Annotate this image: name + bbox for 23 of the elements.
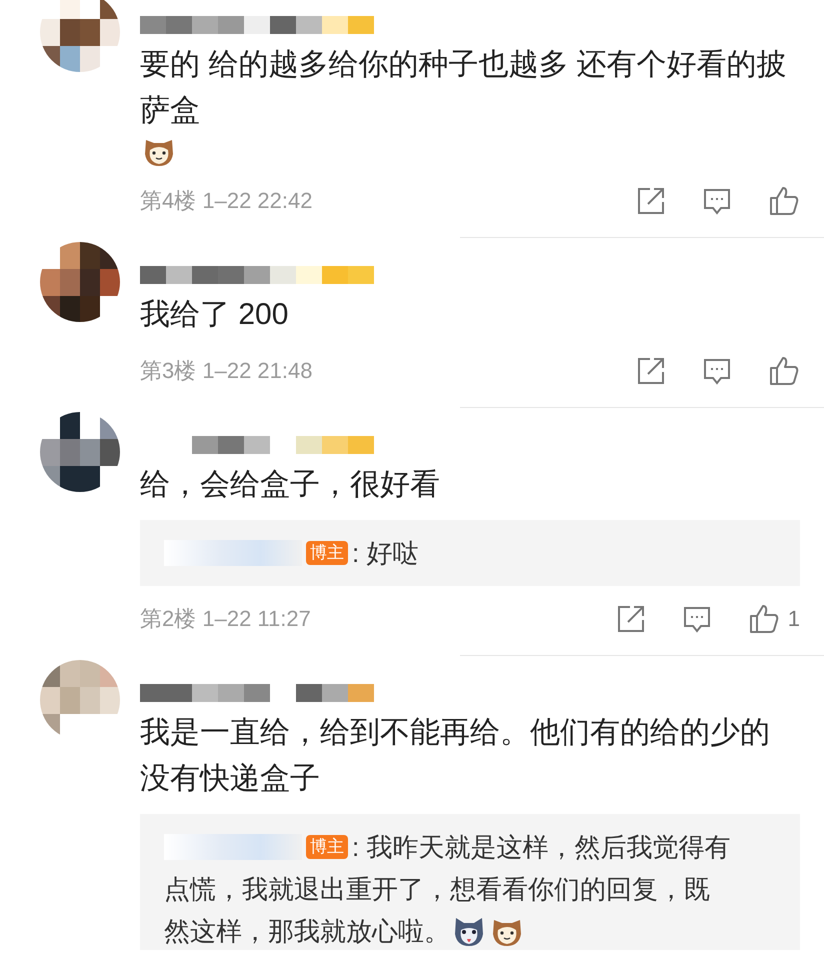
reply-text: : 好哒 <box>352 537 418 570</box>
share-icon[interactable] <box>636 186 666 216</box>
avatar[interactable] <box>40 242 120 322</box>
thumbs-up-icon[interactable] <box>748 602 780 634</box>
comment-text: 我是一直给，给到不能再给。他们有的给的少的没有快递盒子 <box>140 715 771 797</box>
comment-text: 给，会给盒子，很好看 <box>140 467 440 503</box>
floor-and-time: 第3楼 1–22 21:48 <box>140 357 312 385</box>
share-icon[interactable] <box>636 356 666 386</box>
avatar[interactable] <box>40 412 120 492</box>
reply-text: 点慌，我就退出重开了，想看看你们的回复，既 <box>164 873 710 906</box>
comment-text: 我给了 200 <box>140 297 288 333</box>
like-count: 1 <box>788 605 800 633</box>
author-badge: 博主 <box>306 835 348 859</box>
thumbs-up-icon[interactable] <box>768 184 800 216</box>
avatar[interactable] <box>40 0 120 72</box>
reply-text: : 我昨天就是这样，然后我觉得有 <box>352 831 730 864</box>
floor-and-time: 第2楼 1–22 11:27 <box>140 605 311 633</box>
thumbs-up-icon[interactable] <box>768 354 800 386</box>
reply-text: 然这样，那我就放心啦。 <box>164 915 450 948</box>
author-badge: 博主 <box>306 541 348 565</box>
comment-text: 要的 给的越多给你的种子也越多 还有个好看的披萨盒 <box>140 47 788 129</box>
floor-and-time: 第4楼 1–22 22:42 <box>140 187 312 215</box>
share-icon[interactable] <box>616 604 646 634</box>
